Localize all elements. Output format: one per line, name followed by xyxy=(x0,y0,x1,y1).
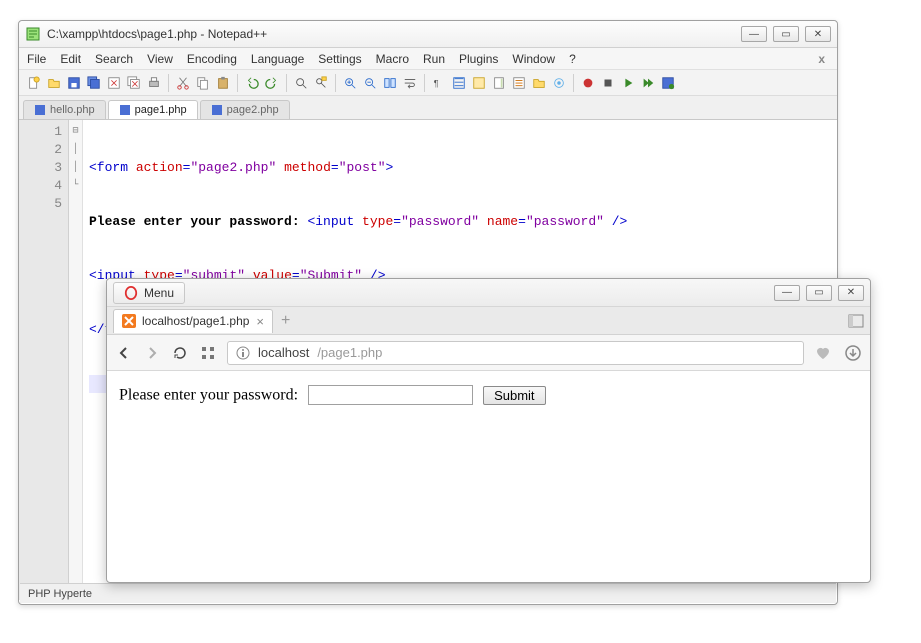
close-button[interactable]: ✕ xyxy=(838,285,864,301)
fold-toggle-icon[interactable]: ⊟ xyxy=(69,123,82,141)
file-saved-icon xyxy=(34,104,46,116)
minimize-button[interactable]: — xyxy=(741,26,767,42)
downloads-icon[interactable] xyxy=(844,344,862,362)
status-language: PHP Hyperte xyxy=(28,588,92,600)
find-icon[interactable] xyxy=(292,74,310,92)
cut-icon[interactable] xyxy=(174,74,192,92)
notepadpp-icon xyxy=(25,26,41,42)
menu-view[interactable]: View xyxy=(147,52,173,66)
opera-logo-icon xyxy=(124,286,138,300)
menu-settings[interactable]: Settings xyxy=(318,52,361,66)
menu-encoding[interactable]: Encoding xyxy=(187,52,237,66)
file-saved-icon xyxy=(119,104,131,116)
menu-edit[interactable]: Edit xyxy=(60,52,81,66)
opera-titlebar[interactable]: Menu — ▭ ✕ xyxy=(107,279,870,307)
menu-language[interactable]: Language xyxy=(251,52,304,66)
tab-close-icon[interactable]: × xyxy=(256,314,264,329)
folder-icon[interactable] xyxy=(530,74,548,92)
close-file-icon[interactable] xyxy=(105,74,123,92)
replace-icon[interactable] xyxy=(312,74,330,92)
tab-label: page1.php xyxy=(135,104,187,116)
copy-icon[interactable] xyxy=(194,74,212,92)
doc-map-icon[interactable] xyxy=(490,74,508,92)
browser-tab-label: localhost/page1.php xyxy=(142,314,249,328)
record-macro-icon[interactable] xyxy=(579,74,597,92)
line-gutter: 1 2 3 4 5 xyxy=(19,120,69,600)
url-host: localhost xyxy=(258,345,309,360)
show-all-chars-icon[interactable]: ¶ xyxy=(430,74,448,92)
npp-tabbar: hello.php page1.php page2.php xyxy=(19,96,837,120)
file-saved-icon xyxy=(211,104,223,116)
tab-page1-php[interactable]: page1.php xyxy=(108,100,198,119)
close-document-button[interactable]: x xyxy=(814,52,829,66)
zoom-in-icon[interactable] xyxy=(341,74,359,92)
back-button[interactable] xyxy=(115,344,133,362)
browser-viewport: Please enter your password: xyxy=(107,371,870,419)
play-macro-icon[interactable] xyxy=(619,74,637,92)
window-title: C:\xampp\htdocs\page1.php - Notepad++ xyxy=(47,27,741,41)
maximize-button[interactable]: ▭ xyxy=(806,285,832,301)
maximize-button[interactable]: ▭ xyxy=(773,26,799,42)
npp-menubar: File Edit Search View Encoding Language … xyxy=(19,48,837,70)
udl-icon[interactable] xyxy=(470,74,488,92)
fold-column[interactable]: ⊟ ││└ xyxy=(69,120,83,600)
page-prompt-text: Please enter your password: xyxy=(119,387,298,404)
minimize-button[interactable]: — xyxy=(774,285,800,301)
save-icon[interactable] xyxy=(65,74,83,92)
menu-file[interactable]: File xyxy=(27,52,46,66)
close-all-icon[interactable] xyxy=(125,74,143,92)
forward-button[interactable] xyxy=(143,344,161,362)
address-bar[interactable]: localhost/page1.php xyxy=(227,341,804,365)
opera-window: Menu — ▭ ✕ localhost/page1.php × + local… xyxy=(106,278,871,583)
tab-label: hello.php xyxy=(50,104,95,116)
npp-statusbar: PHP Hyperte xyxy=(20,583,836,603)
menu-plugins[interactable]: Plugins xyxy=(459,52,498,66)
indent-guide-icon[interactable] xyxy=(450,74,468,92)
submit-button[interactable] xyxy=(483,386,545,405)
npp-titlebar[interactable]: C:\xampp\htdocs\page1.php - Notepad++ — … xyxy=(19,21,837,48)
sync-scroll-icon[interactable] xyxy=(381,74,399,92)
menu-search[interactable]: Search xyxy=(95,52,133,66)
browser-tab[interactable]: localhost/page1.php × xyxy=(113,309,273,333)
menu-run[interactable]: Run xyxy=(423,52,445,66)
save-all-icon[interactable] xyxy=(85,74,103,92)
function-list-icon[interactable] xyxy=(510,74,528,92)
save-macro-icon[interactable] xyxy=(659,74,677,92)
opera-menu-label: Menu xyxy=(144,286,174,300)
paste-icon[interactable] xyxy=(214,74,232,92)
print-icon[interactable] xyxy=(145,74,163,92)
stop-macro-icon[interactable] xyxy=(599,74,617,92)
xampp-favicon-icon xyxy=(122,314,136,328)
wordwrap-icon[interactable] xyxy=(401,74,419,92)
tab-label: page2.php xyxy=(227,104,279,116)
open-file-icon[interactable] xyxy=(45,74,63,92)
svg-text:¶: ¶ xyxy=(434,78,439,88)
opera-addressbar-row: localhost/page1.php xyxy=(107,335,870,371)
tab-hello-php[interactable]: hello.php xyxy=(23,100,106,119)
site-info-icon[interactable] xyxy=(236,346,250,360)
zoom-out-icon[interactable] xyxy=(361,74,379,92)
opera-tabbar: localhost/page1.php × + xyxy=(107,307,870,335)
tab-page2-php[interactable]: page2.php xyxy=(200,100,290,119)
menu-help[interactable]: ? xyxy=(569,52,576,66)
npp-toolbar: ¶ xyxy=(19,70,837,96)
new-file-icon[interactable] xyxy=(25,74,43,92)
redo-icon[interactable] xyxy=(263,74,281,92)
reload-button[interactable] xyxy=(171,344,189,362)
monitor-icon[interactable] xyxy=(550,74,568,92)
password-input[interactable] xyxy=(308,385,473,405)
url-path: /page1.php xyxy=(317,345,382,360)
bookmark-heart-icon[interactable] xyxy=(814,344,832,362)
menu-macro[interactable]: Macro xyxy=(376,52,409,66)
new-tab-button[interactable]: + xyxy=(281,312,290,330)
sidebar-panel-icon[interactable] xyxy=(848,314,864,328)
play-multi-icon[interactable] xyxy=(639,74,657,92)
close-button[interactable]: ✕ xyxy=(805,26,831,42)
opera-menu-button[interactable]: Menu xyxy=(113,282,185,304)
undo-icon[interactable] xyxy=(243,74,261,92)
menu-window[interactable]: Window xyxy=(512,52,555,66)
speed-dial-button[interactable] xyxy=(199,344,217,362)
